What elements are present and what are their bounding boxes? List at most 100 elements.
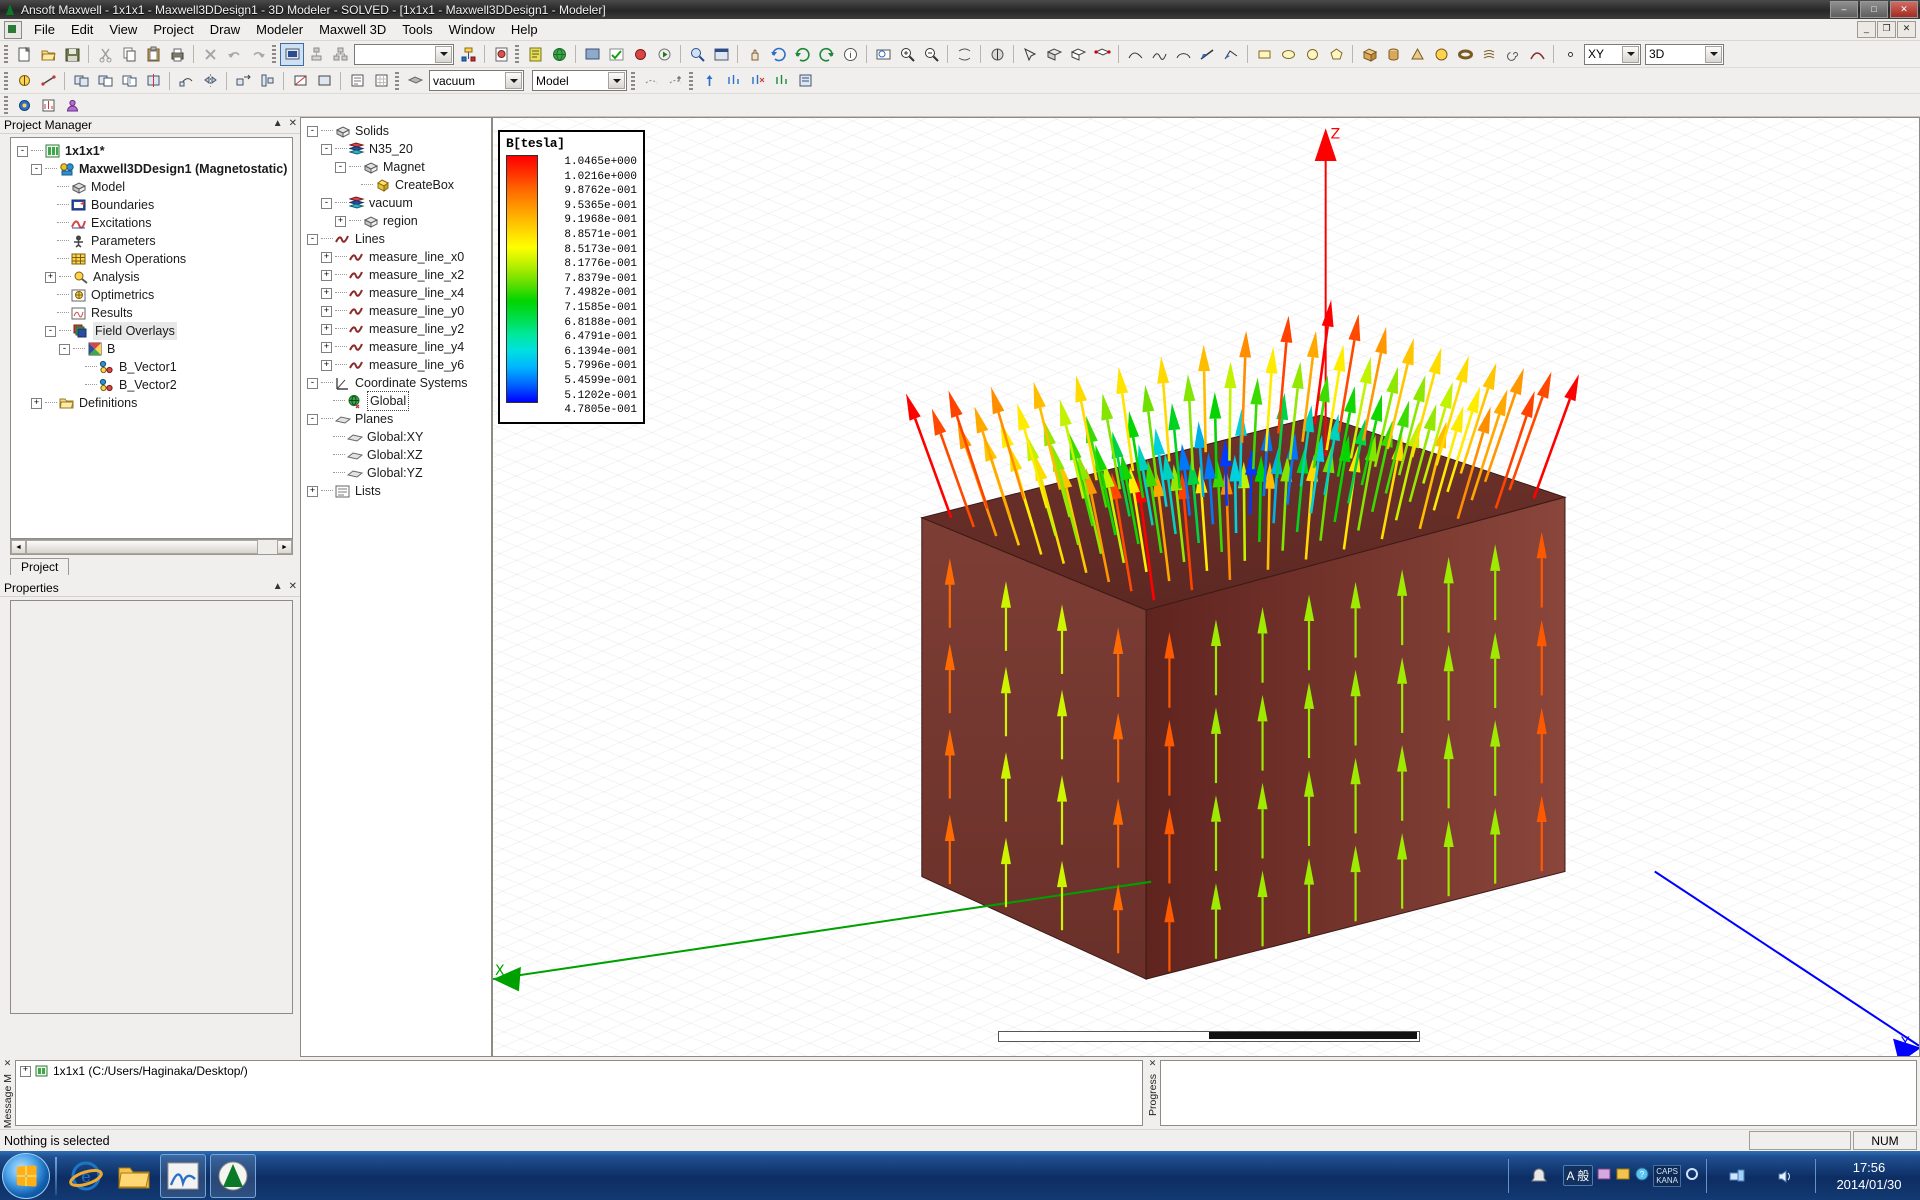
tree-expander[interactable]: + <box>321 251 332 263</box>
move-button[interactable] <box>231 69 255 92</box>
tray-volume-icon[interactable] <box>1763 1155 1807 1197</box>
tree-expander[interactable]: + <box>321 287 332 299</box>
record-button[interactable] <box>628 43 652 66</box>
design-settings-button[interactable] <box>12 94 36 117</box>
tree-expander[interactable]: - <box>321 197 332 209</box>
project-tree-hscrollbar[interactable]: ◄ ► <box>10 539 293 555</box>
menu-tools[interactable]: Tools <box>394 20 440 39</box>
fit-all-button[interactable] <box>871 43 895 66</box>
dimension-combo[interactable]: 3D <box>1645 43 1724 65</box>
chevron-down-icon[interactable] <box>435 45 452 63</box>
tree-node[interactable]: -B <box>11 340 292 358</box>
tree-expander[interactable]: + <box>321 305 332 317</box>
toolbar-grip[interactable] <box>4 71 8 90</box>
cover-lines-button[interactable] <box>312 69 336 92</box>
tree-expander[interactable]: + <box>45 271 56 283</box>
tree-node[interactable]: Global <box>301 391 491 411</box>
draw-bondwire-button[interactable] <box>1525 43 1549 66</box>
draw-ellipse-button[interactable] <box>1276 43 1300 66</box>
scroll-right-arrow-icon[interactable]: ► <box>277 540 292 554</box>
tree-node[interactable]: - N35_20 <box>301 140 491 158</box>
tree-node[interactable]: + Lists <box>301 482 491 500</box>
tree-node[interactable]: + measure_line_x2 <box>301 266 491 284</box>
taskbar-clock[interactable]: 17:56 2014/01/30 <box>1822 1159 1916 1193</box>
material-swatch-button[interactable] <box>403 69 427 92</box>
tab-project[interactable]: Project <box>10 558 70 575</box>
material-combo[interactable]: vacuum <box>429 70 524 91</box>
scroll-left-arrow-icon[interactable]: ◄ <box>11 540 26 554</box>
draw-cylinder-button[interactable] <box>1381 43 1405 66</box>
undo-button[interactable] <box>222 43 246 66</box>
toolbar-grip[interactable] <box>4 45 8 63</box>
project-manager-close-icon[interactable]: ✕ <box>289 118 297 129</box>
menu-help[interactable]: Help <box>503 20 546 39</box>
pan-button[interactable] <box>742 43 766 66</box>
checkmark-button[interactable] <box>604 43 628 66</box>
viewport-scrollbar[interactable] <box>998 1031 1420 1042</box>
ime-mode-label[interactable]: A 般 <box>1562 1165 1594 1186</box>
message-entry[interactable]: + 1x1x1 (C:/Users/Haginaka/Desktop/) <box>20 1063 1138 1079</box>
align-button[interactable] <box>255 69 279 92</box>
project-manager-collapse-icon[interactable]: ▲ <box>273 118 283 129</box>
rotate-button[interactable] <box>766 43 790 66</box>
tree-node[interactable]: - Solids <box>301 122 491 140</box>
toolbar-grip[interactable] <box>515 45 519 63</box>
report-button[interactable] <box>523 43 547 66</box>
tree-node[interactable]: - vacuum <box>301 194 491 212</box>
select-vertices-button[interactable] <box>1090 43 1114 66</box>
mdi-restore-button[interactable]: ❐ <box>1877 21 1896 38</box>
save-button[interactable] <box>60 43 84 66</box>
paste-button[interactable] <box>141 43 165 66</box>
mdi-close-button[interactable]: ✕ <box>1897 21 1916 38</box>
tray-notification-icon[interactable] <box>1517 1155 1561 1197</box>
ime-status[interactable]: A 般 ? CAPS KANA <box>1562 1164 1700 1187</box>
modeler-viewport[interactable]: X Y Z B[tesla] 1.0465e+000 1.0216e+000 9.8… <box>492 117 1920 1057</box>
tree-expander[interactable]: - <box>31 163 42 175</box>
section-button[interactable] <box>288 69 312 92</box>
tree-node[interactable]: - 1x1x1* <box>11 142 292 160</box>
model-tree-container[interactable]: - Solids - N35_20 - Magnet CreateBox - vacuum + re… <box>300 117 492 1057</box>
toolbar-grip[interactable] <box>272 45 276 63</box>
edit-properties-button[interactable] <box>345 69 369 92</box>
dynamic-rotate-button[interactable] <box>790 43 814 66</box>
tree-node[interactable]: - Maxwell3DDesign1 (Magnetostatic) <box>11 160 292 178</box>
arc-tool-button[interactable] <box>1171 43 1195 66</box>
spin-button[interactable] <box>952 43 976 66</box>
tree-node[interactable]: + measure_line_y6 <box>301 356 491 374</box>
plot-fields-blue-button[interactable] <box>721 69 745 92</box>
curve-tool-button[interactable] <box>1123 43 1147 66</box>
globe-button[interactable] <box>547 43 571 66</box>
draw-torus-button[interactable] <box>1453 43 1477 66</box>
validate-button[interactable] <box>280 42 304 66</box>
menu-project[interactable]: Project <box>145 20 201 39</box>
chevron-down-icon[interactable] <box>505 72 522 89</box>
tree-node[interactable]: Global:XY <box>301 428 491 446</box>
start-button[interactable] <box>2 1152 50 1199</box>
toolbar-grip[interactable] <box>4 96 8 114</box>
tree-expander[interactable]: + <box>335 215 346 227</box>
polyline-tool-button[interactable] <box>1219 43 1243 66</box>
optimetrics-button[interactable] <box>489 43 513 66</box>
tree-expander[interactable]: - <box>307 413 318 425</box>
draw-rectangle-button[interactable] <box>1252 43 1276 66</box>
menu-edit[interactable]: Edit <box>63 20 101 39</box>
tree-node[interactable]: B_Vector1 <box>11 358 292 376</box>
tree-node[interactable]: - Planes <box>301 410 491 428</box>
properties-grid[interactable] <box>10 600 293 1014</box>
toolbar-grip[interactable] <box>631 71 635 90</box>
new-file-button[interactable] <box>12 43 36 66</box>
layout-button[interactable] <box>709 43 733 66</box>
tree-node[interactable]: Excitations <box>11 214 292 232</box>
ime-dictionary-icon[interactable]: ? <box>1634 1166 1650 1185</box>
mesh-seed-button[interactable] <box>639 69 663 92</box>
draw-spiral-button[interactable] <box>1501 43 1525 66</box>
field-calculator-button[interactable] <box>793 69 817 92</box>
toolbar-grip[interactable] <box>395 71 399 90</box>
progress-window-close-icon[interactable]: ✕ <box>1149 1059 1157 1068</box>
mesh-length-button[interactable] <box>663 69 687 92</box>
analyze-button[interactable] <box>304 43 328 66</box>
taskbar-item-internet-explorer[interactable]: e <box>64 1155 108 1197</box>
taskbar-item-ansoft[interactable] <box>210 1153 256 1198</box>
ime-tools-icon[interactable] <box>1596 1166 1612 1185</box>
tree-node[interactable]: Global:YZ <box>301 464 491 482</box>
